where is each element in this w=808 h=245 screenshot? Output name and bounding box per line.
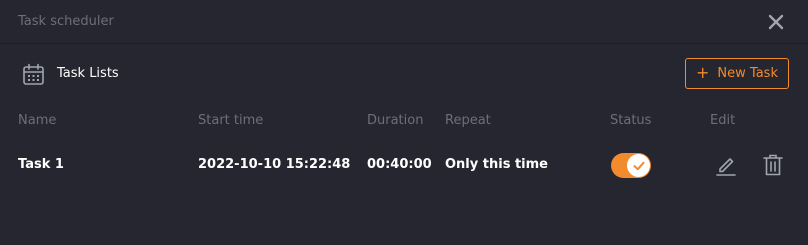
close-icon [768,14,784,30]
plus-icon: + [696,62,710,82]
column-header-name: Name [18,113,57,128]
edit-pencil-icon [716,158,736,176]
task-scheduler-dialog: Task scheduler Task Lists + New Task Nam… [0,0,808,245]
task-start-time: 2022-10-10 15:22:48 [198,157,351,172]
edit-button[interactable] [715,154,737,176]
dialog-title: Task scheduler [18,14,114,29]
task-lists-header: Task Lists + New Task [0,58,808,92]
task-duration: 00:40:00 [367,157,432,172]
toggle-knob [627,154,650,177]
title-bar: Task scheduler [0,0,808,44]
check-icon [633,161,644,170]
close-button[interactable] [765,11,787,33]
trash-icon [763,154,783,176]
column-header-status: Status [610,113,652,128]
column-header-edit: Edit [710,113,736,128]
column-header-duration: Duration [367,113,424,128]
status-toggle[interactable] [611,153,651,178]
new-task-button[interactable]: + New Task [685,58,789,89]
column-header-start-time: Start time [198,113,264,128]
column-header-repeat: Repeat [445,113,491,128]
delete-button[interactable] [762,153,784,177]
section-title: Task Lists [57,66,119,81]
task-name: Task 1 [18,157,64,172]
calendar-icon [23,63,44,85]
task-repeat: Only this time [445,157,548,172]
new-task-label: New Task [717,66,778,81]
